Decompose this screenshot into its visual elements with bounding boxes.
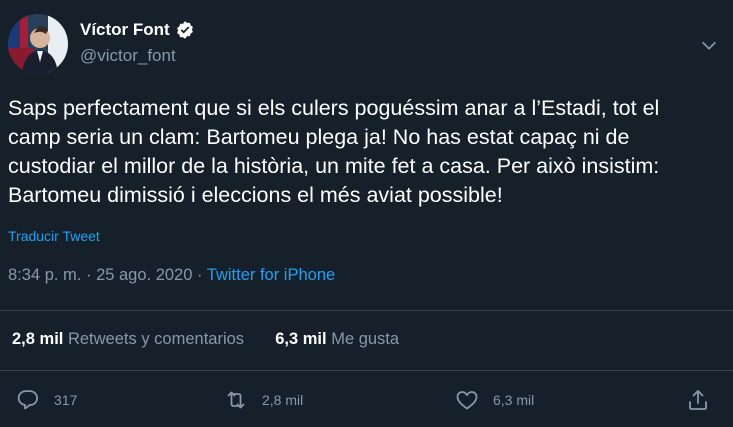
author-handle[interactable]: @victor_font <box>80 46 176 66</box>
tweet-source-link[interactable]: Twitter for iPhone <box>207 266 335 284</box>
retweet-button[interactable]: 2,8 mil <box>224 388 303 412</box>
meta-separator: · <box>85 266 92 284</box>
meta-separator: · <box>197 266 203 284</box>
verified-badge-icon <box>176 21 193 39</box>
avatar[interactable] <box>8 14 68 74</box>
tweet-time[interactable]: 8:34 p. m. <box>8 266 81 284</box>
reply-icon <box>17 390 38 410</box>
retweet-count: 2,8 mil <box>262 392 304 408</box>
chevron-down-icon[interactable] <box>698 34 720 56</box>
heart-icon <box>456 391 478 410</box>
tweet-date[interactable]: 25 ago. 2020 <box>96 266 192 284</box>
likes-stat[interactable]: 6,3 mil Me gusta <box>275 330 399 348</box>
likes-count: 6,3 mil <box>275 330 327 348</box>
tweet-meta: 8:34 p. m. · 25 ago. 2020 · Twitter for … <box>8 266 335 285</box>
avatar-image <box>8 14 68 74</box>
engagement-stats: 2,8 mil Retweets y comentarios 6,3 mil M… <box>12 330 399 349</box>
reply-count: 317 <box>54 392 78 408</box>
divider <box>0 370 733 371</box>
retweets-label: Retweets y comentarios <box>67 330 245 348</box>
retweets-stat[interactable]: 2,8 mil Retweets y comentarios <box>12 330 249 348</box>
retweet-icon <box>227 391 245 409</box>
reply-button[interactable]: 317 <box>16 388 77 412</box>
retweets-count: 2,8 mil <box>12 330 64 348</box>
share-button[interactable] <box>686 388 710 412</box>
translate-tweet-link[interactable]: Traducir Tweet <box>8 228 100 244</box>
action-bar: 317 2,8 mil 6,3 mil <box>0 378 733 426</box>
share-icon <box>689 390 707 410</box>
like-button[interactable]: 6,3 mil <box>455 388 534 412</box>
tweet-header: Víctor Font @victor_font <box>0 0 733 90</box>
author-name[interactable]: Víctor Font <box>80 20 170 40</box>
tweet-text: Saps perfectament que si els culers pogu… <box>8 96 660 207</box>
like-count: 6,3 mil <box>493 392 535 408</box>
likes-label: Me gusta <box>331 330 400 348</box>
author-row: Víctor Font <box>80 20 195 40</box>
divider <box>0 310 733 311</box>
